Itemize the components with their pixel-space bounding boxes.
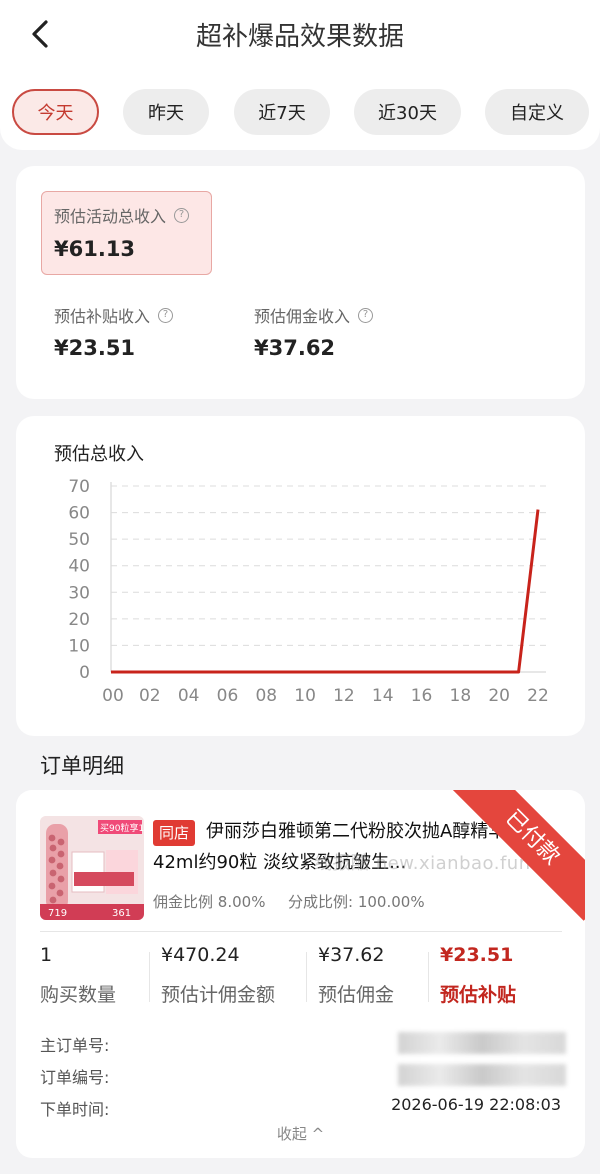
y-tick-label: 60: [68, 504, 90, 524]
commission-income-label: 预估佣金收入: [254, 307, 351, 326]
y-tick-label: 0: [79, 663, 90, 683]
tab-today[interactable]: 今天: [12, 89, 99, 135]
tab-yesterday[interactable]: 昨天: [123, 89, 209, 135]
order-time-label: 下单时间:: [40, 1100, 110, 1119]
total-income-value: ¥61.13: [54, 237, 136, 261]
header: 超补爆品效果数据 今天 昨天 近7天 近30天 自定义: [0, 0, 600, 150]
share-rate: 分成比例: 100.00%: [288, 891, 425, 912]
order-time-value: 2026-06-19 22:08:03: [391, 1095, 561, 1114]
x-tick-label: 12: [333, 686, 355, 706]
purchase-quantity-label: 购买数量: [40, 984, 117, 1006]
x-tick-label: 20: [488, 686, 510, 706]
column-divider: [149, 952, 150, 1002]
collapse-button[interactable]: 收起 ^: [16, 1123, 585, 1144]
y-tick-label: 30: [68, 583, 90, 603]
tab-last-30-days[interactable]: 近30天: [354, 89, 461, 135]
income-summary-card: 预估活动总收入 ? ¥61.13 预估补贴收入 ? ¥23.51 预估佣金收入 …: [16, 166, 585, 399]
commission-income-label-row: 预估佣金收入 ?: [254, 303, 374, 327]
subsidy-income-label-row: 预估补贴收入 ?: [54, 303, 174, 327]
x-tick-label: 10: [294, 686, 316, 706]
help-question-icon[interactable]: ?: [174, 207, 190, 223]
share-rate-value: 100.00%: [357, 893, 425, 911]
estimated-subsidy-value: ¥23.51: [440, 944, 514, 966]
product-thumbnail[interactable]: 买90粒享183粒 719 361: [40, 816, 144, 920]
subsidy-income-value: ¥23.51: [54, 336, 136, 360]
commission-rate-label: 佣金比例: [153, 893, 214, 911]
y-tick-label: 40: [68, 557, 90, 577]
column-divider: [428, 952, 429, 1002]
y-tick-label: 20: [68, 610, 90, 630]
thumb-price-2: 361: [112, 908, 131, 919]
estimated-commission-label: 预估佣金: [318, 984, 395, 1006]
x-tick-label: 16: [411, 686, 433, 706]
product-image: 买90粒享183粒 719 361: [40, 816, 144, 920]
total-income-box[interactable]: 预估活动总收入 ? ¥61.13: [41, 191, 212, 275]
y-tick-label: 50: [68, 530, 90, 550]
thumb-price-1: 719: [48, 908, 67, 919]
x-tick-label: 08: [255, 686, 277, 706]
order-number-redacted: [398, 1064, 566, 1086]
watermark: 线报酷 new.xianbao.fun: [314, 853, 531, 874]
tab-custom[interactable]: 自定义: [485, 89, 589, 135]
income-line-chart: 0 10 20 30 40 50 60 70 00 02 04 06 08 10 12 14 16 18 20 22: [68, 477, 549, 706]
income-chart-card: 预估总收入 0 10 20 30 40 50 60 70 00 02 04 06 08 10 12 14 16 1…: [16, 416, 585, 736]
main-order-number-label: 主订单号:: [40, 1036, 110, 1055]
column-divider: [306, 952, 307, 1002]
thumb-promo-text: 买90粒享183粒: [100, 822, 144, 834]
commission-rate: 佣金比例 8.00%: [153, 891, 265, 912]
total-income-label: 预估活动总收入: [54, 207, 167, 226]
commission-base-label: 预估计佣金额: [161, 984, 276, 1006]
order-number-label: 订单编号:: [40, 1068, 110, 1087]
order-card[interactable]: 买90粒享183粒 719 361 同店 伊丽莎白雅顿第二代粉胶次抛A醇精华胶囊…: [16, 790, 585, 1158]
help-question-icon[interactable]: ?: [158, 307, 174, 323]
help-question-icon[interactable]: ?: [358, 307, 374, 323]
estimated-subsidy-label: 预估补贴: [440, 984, 517, 1006]
total-income-label-row: 预估活动总收入 ?: [54, 203, 190, 227]
subsidy-income-label: 预估补贴收入: [54, 307, 151, 326]
tab-last-7-days[interactable]: 近7天: [234, 89, 330, 135]
commission-income-value: ¥37.62: [254, 336, 336, 360]
order-details-title: 订单明细: [40, 754, 124, 778]
commission-base-value: ¥470.24: [161, 944, 240, 966]
y-tick-label: 70: [68, 477, 90, 497]
x-tick-label: 00: [102, 686, 124, 706]
x-tick-label: 04: [178, 686, 200, 706]
purchase-quantity-value: 1: [40, 944, 53, 966]
share-rate-label: 分成比例:: [288, 893, 354, 911]
date-range-tabs: 今天 昨天 近7天 近30天 自定义: [12, 89, 600, 135]
x-tick-label: 14: [372, 686, 394, 706]
commission-rate-value: 8.00%: [217, 893, 266, 911]
x-tick-label: 22: [527, 686, 549, 706]
page-title: 超补爆品效果数据: [195, 22, 404, 52]
divider: [40, 931, 562, 932]
estimated-commission-value: ¥37.62: [318, 944, 385, 966]
y-tick-label: 10: [68, 636, 90, 656]
x-tick-label: 02: [139, 686, 161, 706]
x-tick-label: 18: [450, 686, 472, 706]
main-order-number-redacted: [398, 1032, 566, 1054]
x-tick-label: 06: [217, 686, 239, 706]
series-line: [111, 509, 540, 674]
